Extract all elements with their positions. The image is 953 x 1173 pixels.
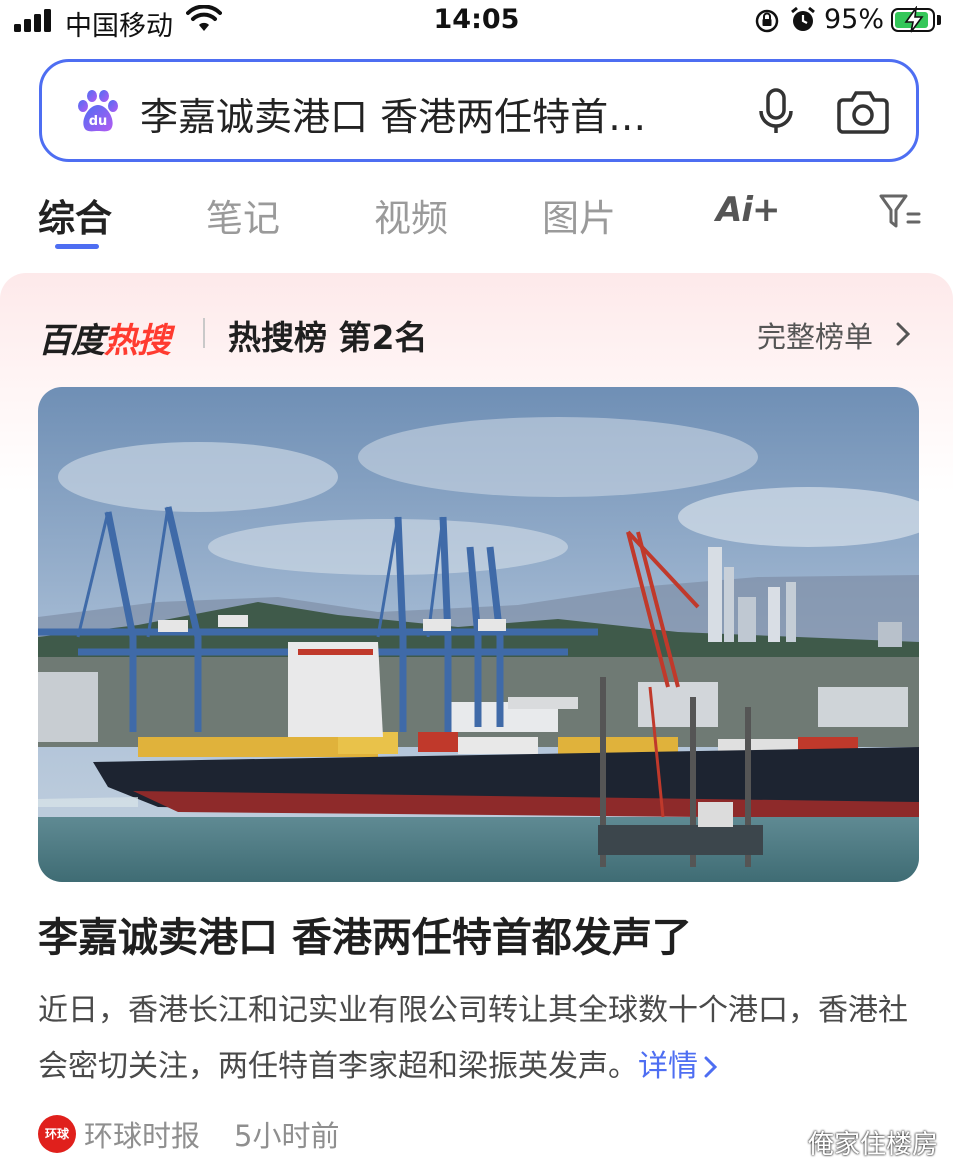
publish-time: 5小时前: [234, 1119, 340, 1153]
microphone-icon[interactable]: [756, 87, 796, 137]
filter-icon[interactable]: [878, 192, 922, 232]
watermark: 俺家住楼房: [808, 1130, 939, 1160]
full-list-link[interactable]: 完整榜单: [757, 314, 873, 356]
tab-notes[interactable]: 笔记: [206, 188, 280, 242]
tab-videos[interactable]: 视频: [374, 188, 448, 242]
battery-percent: 95%: [824, 4, 885, 35]
detail-chevron-icon[interactable]: [704, 1056, 718, 1078]
search-box[interactable]: du 李嘉诚卖港口 香港两任特首…: [39, 59, 919, 162]
battery-tip: [937, 15, 941, 25]
huanqiu-logo-icon: 环球: [38, 1115, 76, 1153]
alarm-icon: [791, 6, 815, 31]
baidu-paw-icon: du: [78, 90, 118, 132]
search-tabs: 综合 笔记 视频 图片 Ai+: [0, 178, 953, 258]
baidu-hot-logo: 百度热搜: [38, 321, 171, 361]
svg-text:du: du: [89, 114, 108, 129]
port-ship-image: [38, 387, 919, 882]
tab-images[interactable]: 图片: [542, 188, 616, 242]
charging-bolt-icon: [904, 6, 924, 33]
search-query[interactable]: 李嘉诚卖港口 香港两任特首…: [140, 86, 646, 141]
divider: [203, 318, 205, 348]
detail-link[interactable]: 详情: [638, 1049, 698, 1084]
hot-rank-label: 热搜榜 第2名: [228, 318, 428, 357]
camera-icon[interactable]: [837, 88, 889, 136]
tab-comprehensive[interactable]: 综合: [38, 188, 112, 242]
source-name: 环球时报: [84, 1119, 201, 1153]
chevron-right-icon[interactable]: [896, 322, 910, 346]
news-summary[interactable]: 近日，香港长江和记实业有限公司转让其全球数十个港口，香港社会密切关注，两任特首李…: [38, 983, 923, 1095]
tab-active-indicator: [55, 244, 99, 249]
news-headline[interactable]: 李嘉诚卖港口 香港两任特首都发声了: [38, 905, 692, 963]
news-summary-text: 近日，香港长江和记实业有限公司转让其全球数十个港口，香港社会密切关注，两任特首李…: [38, 993, 908, 1084]
status-bar: 中国移动 14:05 95%: [0, 0, 953, 42]
tab-ai[interactable]: Ai+: [716, 190, 780, 230]
hot-search-card: 百度热搜 热搜榜 第2名 完整榜单 李嘉诚卖港口 香港两任特首都发声了 近日，香…: [0, 273, 953, 1173]
rotation-lock-icon: [755, 9, 779, 33]
news-photo[interactable]: [38, 387, 919, 882]
